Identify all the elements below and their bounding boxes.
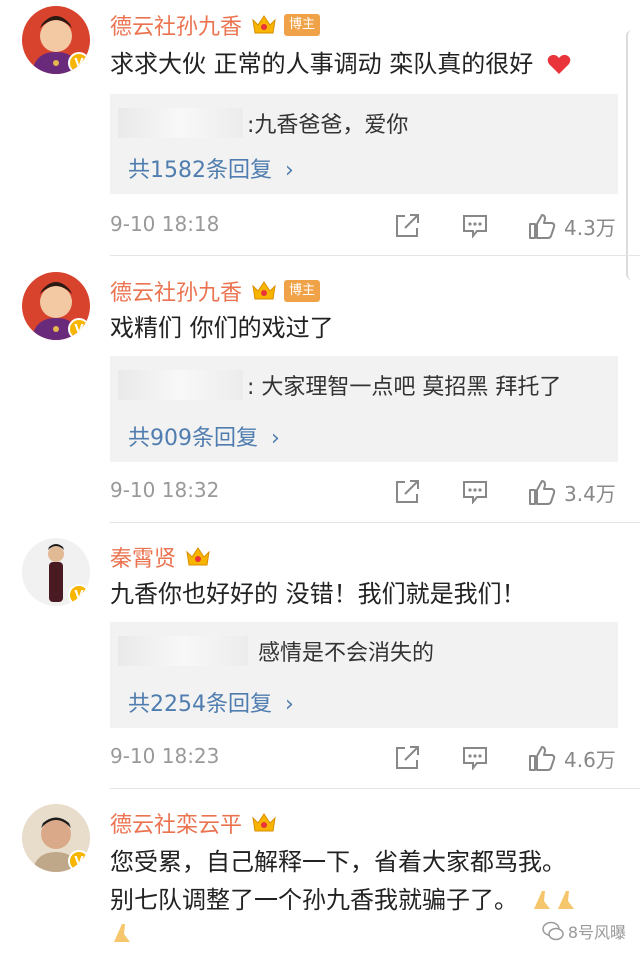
timestamp: 9-10 18:18 [110,212,220,236]
share-button[interactable] [394,474,420,510]
like-count: 3.4万 [564,481,616,506]
username-link[interactable]: 秦霄贤 [110,541,176,573]
like-count: 4.3万 [564,215,616,240]
comment-icon [463,215,487,238]
share-button[interactable] [394,740,420,776]
share-icon [396,746,419,769]
like-button[interactable]: 4.3万 [528,208,616,244]
share-icon [396,480,419,503]
comment-button[interactable] [462,474,488,510]
comment-icon [463,747,487,770]
reply-count: 共909条回复 [128,426,258,451]
verified-icon: V [68,52,90,74]
username-link[interactable]: 德云社孙九香 [110,9,242,41]
timestamp: 9-10 18:32 [110,478,220,502]
view-replies-link[interactable]: 共909条回复 › [128,420,280,452]
comment-item: V 德云社孙九香 博主 戏精们 你们的戏过了 : 大家理智一点吧 莫招黑 拜托了… [0,272,640,520]
avatar[interactable]: V [22,538,90,606]
blurred-username [118,636,248,666]
like-count: 4.6万 [564,747,616,772]
divider [110,788,640,789]
comment-item: V 德云社孙九香 博主 求求大伙 正常的人事调动 栾队真的很好 :九香爸爸，爱你… [0,6,640,262]
chevron-right-icon: › [271,426,280,451]
chevron-right-icon: › [285,158,294,183]
pray-emoji-icon [533,891,574,909]
comment-item: V 秦霄贤 九香你也好好的 没错！我们就是我们！ 感情是不会消失的 共2254条… [0,538,640,788]
verified-icon: V [68,850,90,872]
reply-box[interactable]: 感情是不会消失的 共2254条回复 › [110,622,618,728]
comment-text-content: 求求大伙 正常的人事调动 栾队真的很好 [110,50,534,78]
divider [110,255,640,256]
pray-emoji-icon [114,924,130,942]
reply-count: 共1582条回复 [128,158,272,183]
verified-icon: V [68,584,90,606]
wechat-icon [542,921,564,941]
reply-box[interactable]: :九香爸爸，爱你 共1582条回复 › [110,94,618,194]
avatar[interactable]: V [22,804,90,872]
view-replies-link[interactable]: 共1582条回复 › [128,152,294,184]
thumbs-up-icon [529,480,556,505]
crown-badge-icon [252,15,276,34]
watermark-text: 8号风曝 [567,923,626,942]
reply-text: 感情是不会消失的 [258,641,435,666]
comment-text-content: 别七队调整了一个孙九香我就骗子了。 [110,886,518,914]
blurred-username [118,108,243,138]
timestamp: 9-10 18:23 [110,744,220,768]
comment-text: 九香你也好好的 没错！我们就是我们！ [110,580,526,608]
avatar[interactable]: V [22,272,90,340]
blurred-username [118,370,243,400]
username-link[interactable]: 德云社栾云平 [110,807,242,839]
owner-badge: 博主 [284,280,321,302]
thumbs-up-icon [529,746,556,771]
comment-text: 戏精们 你们的戏过了 [110,314,334,342]
share-button[interactable] [394,208,420,244]
reply-count: 共2254条回复 [128,692,272,717]
chevron-right-icon: › [285,692,294,717]
comment-button[interactable] [462,740,488,776]
divider [110,522,640,523]
comment-button[interactable] [462,208,488,244]
view-replies-link[interactable]: 共2254条回复 › [128,686,294,718]
reply-box[interactable]: : 大家理智一点吧 莫招黑 拜托了 共909条回复 › [110,356,618,462]
verified-icon: V [68,318,90,340]
username-link[interactable]: 德云社孙九香 [110,275,242,307]
comment-text: 求求大伙 正常的人事调动 栾队真的很好 [110,46,571,82]
share-icon [396,214,419,237]
crown-badge-icon [252,813,276,832]
reply-text: : 大家理智一点吧 莫招黑 拜托了 [247,375,562,400]
owner-badge: 博主 [284,14,321,36]
thumbs-up-icon [529,214,556,239]
crown-badge-icon [186,547,210,566]
heart-icon [547,54,571,74]
avatar[interactable]: V [22,6,90,74]
like-button[interactable]: 3.4万 [528,474,616,510]
comment-icon [463,481,487,504]
like-button[interactable]: 4.6万 [528,740,616,776]
reply-text: :九香爸爸，爱你 [247,113,409,138]
watermark: 8号风曝 [542,919,626,943]
comment-text-line-2: 别七队调整了一个孙九香我就骗子了。 [110,882,584,918]
crown-badge-icon [252,281,276,300]
comment-text-line-1: 您受累，自己解释一下，省着大家都骂我。 [110,848,566,876]
